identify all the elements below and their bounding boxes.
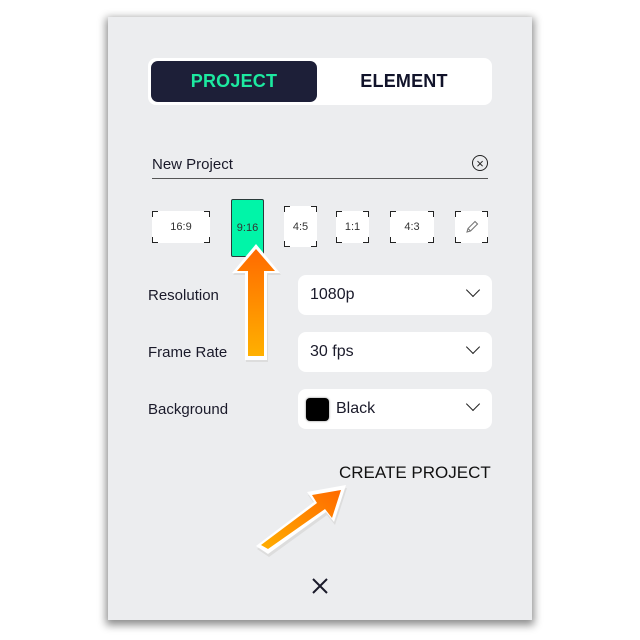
frame-rate-value: 30 fps <box>310 343 354 360</box>
create-project-button[interactable]: CREATE PROJECT <box>339 463 491 483</box>
mode-tabs: PROJECT ELEMENT <box>148 58 492 105</box>
project-name-field[interactable]: New Project × <box>152 152 488 179</box>
background-dropdown[interactable]: Black <box>298 389 492 429</box>
frame-rate-label: Frame Rate <box>148 344 228 361</box>
tab-project[interactable]: PROJECT <box>151 61 317 102</box>
circle-x-icon[interactable]: × <box>472 155 488 171</box>
chevron-down-icon <box>465 282 481 298</box>
frame-rate-dropdown[interactable]: 30 fps <box>298 332 492 372</box>
ratio-9-16[interactable]: 9:16 <box>231 199 264 257</box>
new-project-dialog <box>108 17 532 620</box>
ratio-1-1[interactable]: 1:1 <box>336 211 369 243</box>
resolution-dropdown[interactable]: 1080p <box>298 275 492 315</box>
pencil-icon <box>465 220 478 233</box>
ratio-custom[interactable] <box>455 211 488 243</box>
ratio-4-3[interactable]: 4:3 <box>390 211 434 243</box>
tab-element[interactable]: ELEMENT <box>320 61 488 102</box>
color-swatch <box>306 398 329 421</box>
ratio-4-5[interactable]: 4:5 <box>284 206 317 247</box>
background-label: Background <box>148 401 229 418</box>
close-x-icon[interactable] <box>309 575 331 597</box>
ratio-label: 9:16 <box>236 222 259 234</box>
chevron-down-icon <box>465 339 481 355</box>
chevron-down-icon <box>465 396 481 412</box>
ratio-16-9[interactable]: 16:9 <box>152 211 210 243</box>
resolution-label: Resolution <box>148 287 219 304</box>
ratio-label: 16:9 <box>170 221 192 233</box>
resolution-value: 1080p <box>310 286 355 303</box>
background-value: Black <box>336 400 376 417</box>
ratio-label: 4:3 <box>404 221 420 233</box>
ratio-label: 1:1 <box>344 221 361 233</box>
project-name-input[interactable]: New Project <box>152 156 233 173</box>
ratio-label: 4:5 <box>292 220 309 233</box>
